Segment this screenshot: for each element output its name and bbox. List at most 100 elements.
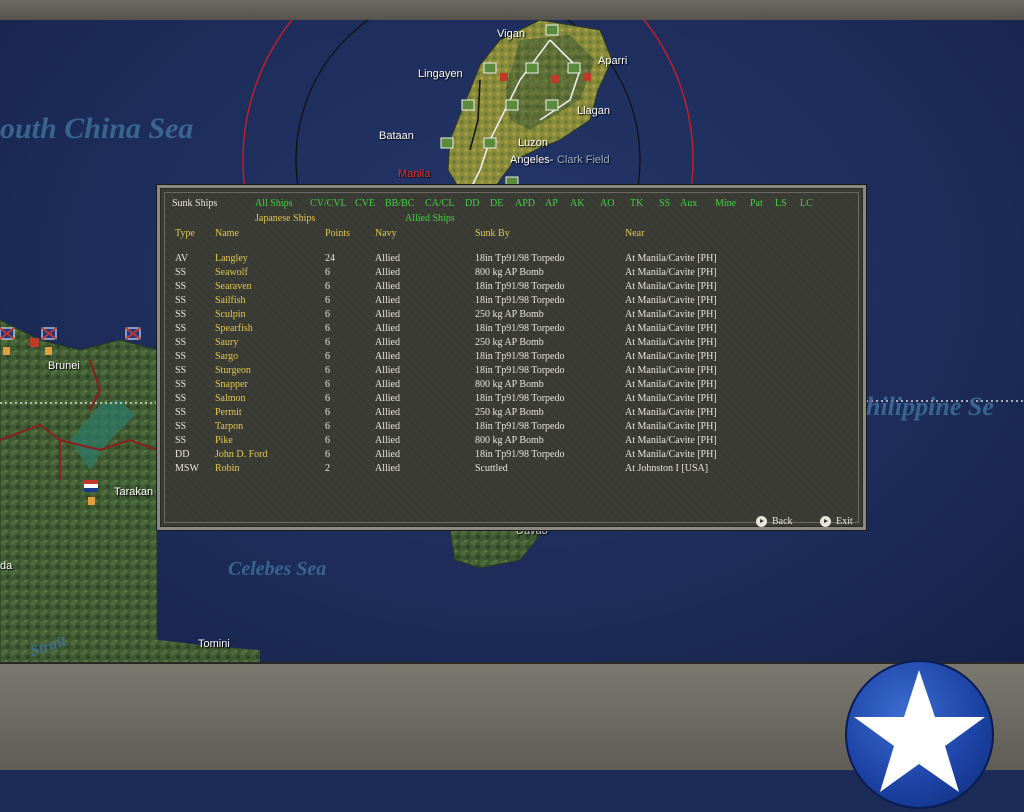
exit-button[interactable]: Exit (820, 516, 853, 528)
cell-name[interactable]: Salmon (215, 393, 246, 405)
column-header-name[interactable]: Name (215, 228, 239, 240)
cell-points: 6 (325, 295, 330, 306)
cell-sunk-by: 800 kg AP Bomb (475, 267, 544, 278)
cell-name[interactable]: Sailfish (215, 295, 246, 307)
cell-name[interactable]: Saury (215, 337, 238, 349)
map-label-bataan: Bataan (379, 130, 414, 142)
cell-navy: Allied (375, 323, 400, 334)
cell-sunk-by: 250 kg AP Bomb (475, 309, 544, 320)
cell-points: 6 (325, 281, 330, 292)
filter-lc[interactable]: LC (800, 198, 813, 210)
cell-name[interactable]: Robin (215, 463, 239, 475)
cell-points: 6 (325, 407, 330, 418)
map-label-manila: Manila (398, 168, 431, 180)
cell-navy: Allied (375, 309, 400, 320)
cell-points: 24 (325, 253, 335, 264)
filter-mine[interactable]: Mine (715, 198, 736, 210)
filter-pat[interactable]: Pat (750, 198, 763, 210)
cell-name[interactable]: Tarpon (215, 421, 243, 433)
cell-navy: Allied (375, 267, 400, 278)
filter-tk[interactable]: TK (630, 198, 643, 210)
filter-ao[interactable]: AO (600, 198, 614, 210)
cell-name[interactable]: Snapper (215, 379, 248, 391)
cell-points: 6 (325, 337, 330, 348)
filter-all-ships[interactable]: All Ships (255, 198, 293, 210)
cell-name[interactable]: Pike (215, 435, 233, 447)
filter-allied-ships[interactable]: Allied Ships (405, 213, 455, 225)
cell-near: At Manila/Cavite [PH] (625, 309, 717, 320)
cell-navy: Allied (375, 463, 400, 474)
cell-type: SS (175, 351, 187, 362)
filter-ls[interactable]: LS (775, 198, 787, 210)
cell-type: SS (175, 337, 187, 348)
filter-japanese-ships[interactable]: Japanese Ships (255, 213, 315, 225)
star-icon (854, 670, 985, 792)
map-label-lingayen: Lingayen (418, 68, 463, 80)
cell-name[interactable]: Permit (215, 407, 242, 419)
cell-type: DD (175, 449, 190, 460)
cell-name[interactable]: Searaven (215, 281, 252, 293)
us-star-emblem (845, 660, 994, 809)
column-header-points[interactable]: Points (325, 228, 350, 240)
map-label-tarakan: Tarakan (114, 486, 154, 498)
cell-name[interactable]: Spearfish (215, 323, 253, 335)
filter-ak[interactable]: AK (570, 198, 584, 210)
panel-title: Sunk Ships (172, 198, 218, 209)
cell-navy: Allied (375, 337, 400, 348)
cell-sunk-by: 18in Tp91/98 Torpedo (475, 281, 565, 292)
map-label-brunei: Brunei (48, 360, 80, 372)
cell-sunk-by: Scuttled (475, 463, 508, 474)
cell-near: At Manila/Cavite [PH] (625, 295, 717, 306)
cell-type: SS (175, 407, 187, 418)
cell-points: 6 (325, 309, 330, 320)
back-button[interactable]: Back (756, 516, 793, 528)
filter-ap[interactable]: AP (545, 198, 558, 210)
cell-sunk-by: 18in Tp91/98 Torpedo (475, 323, 565, 334)
cell-near: At Manila/Cavite [PH] (625, 407, 717, 418)
column-header-navy[interactable]: Navy (375, 228, 397, 240)
cell-points: 6 (325, 421, 330, 432)
cell-points: 6 (325, 351, 330, 362)
map-label-vigan: Vigan (497, 28, 525, 40)
cell-sunk-by: 250 kg AP Bomb (475, 337, 544, 348)
back-label: Back (772, 516, 793, 527)
map-label-clark-field: Clark Field (557, 154, 610, 166)
filter-apd[interactable]: APD (515, 198, 535, 210)
filter-cve[interactable]: CVE (355, 198, 375, 210)
cell-navy: Allied (375, 351, 400, 362)
cell-name[interactable]: Sturgeon (215, 365, 251, 377)
filter-ss[interactable]: SS (659, 198, 670, 210)
cell-near: At Manila/Cavite [PH] (625, 393, 717, 404)
cell-navy: Allied (375, 281, 400, 292)
cell-navy: Allied (375, 295, 400, 306)
filter-dd[interactable]: DD (465, 198, 479, 210)
sea-label-celebes-sea: Celebes Sea (228, 558, 327, 580)
cell-sunk-by: 18in Tp91/98 Torpedo (475, 253, 565, 264)
cell-name[interactable]: Langley (215, 253, 248, 265)
cell-name[interactable]: John D. Ford (215, 449, 268, 461)
cell-name[interactable]: Sculpin (215, 309, 246, 321)
cell-type: SS (175, 295, 187, 306)
column-header-near[interactable]: Near (625, 228, 644, 240)
cell-points: 6 (325, 267, 330, 278)
sea-label-south-china-sea: outh China Sea (0, 112, 194, 145)
filter-cv-cvl[interactable]: CV/CVL (310, 198, 347, 210)
filter-aux[interactable]: Aux (680, 198, 697, 210)
cell-type: MSW (175, 463, 199, 474)
filter-ca-cl[interactable]: CA/CL (425, 198, 454, 210)
map-label-llagan: Llagan (577, 105, 611, 117)
column-header-sunk-by[interactable]: Sunk By (475, 228, 510, 240)
cell-near: At Johnston I [USA] (625, 463, 709, 474)
cell-points: 6 (325, 365, 330, 376)
filter-de[interactable]: DE (490, 198, 503, 210)
cell-sunk-by: 18in Tp91/98 Torpedo (475, 393, 565, 404)
filter-bb-bc[interactable]: BB/BC (385, 198, 414, 210)
cell-points: 6 (325, 435, 330, 446)
top-bar (0, 0, 1024, 22)
cell-name[interactable]: Sargo (215, 351, 238, 363)
cell-navy: Allied (375, 421, 400, 432)
cell-navy: Allied (375, 435, 400, 446)
cell-name[interactable]: Seawolf (215, 267, 248, 279)
cell-type: SS (175, 421, 187, 432)
column-header-type[interactable]: Type (175, 228, 195, 240)
